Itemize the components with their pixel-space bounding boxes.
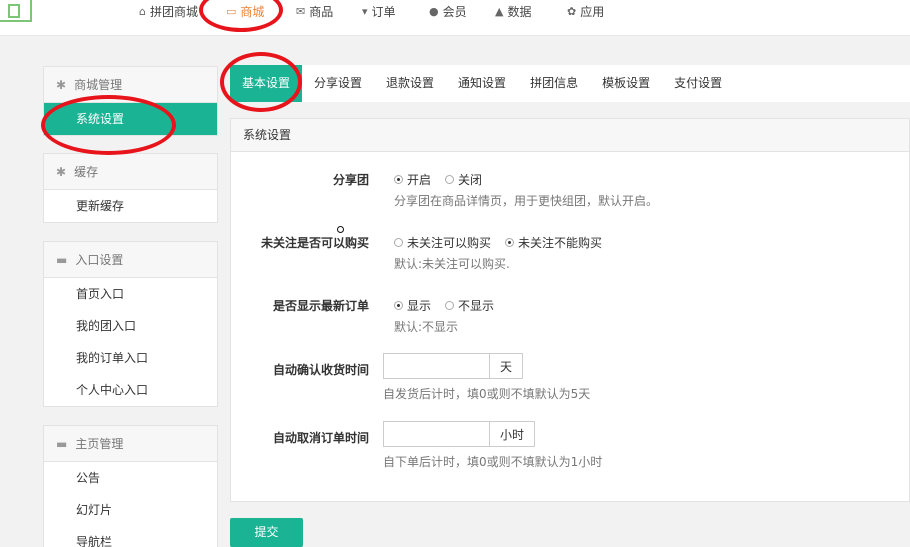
auto-cancel-label: 自动取消订单时间 xyxy=(272,431,369,445)
gear-icon: ✱ xyxy=(56,77,67,92)
show-orders-options: 显示 不显示 xyxy=(394,297,504,314)
show-orders-label: 是否显示最新订单 xyxy=(272,299,369,313)
follow-buy-cannot-radio[interactable] xyxy=(505,238,515,247)
nav-goods[interactable]: ✉ 商品 xyxy=(296,0,333,22)
sidebar-group-homepage: ▬ 主页管理 公告 幻灯片 导航栏 xyxy=(43,425,218,547)
mouse-cursor-icon xyxy=(337,226,344,233)
sidebar-item-update-cache[interactable]: 更新缓存 xyxy=(44,190,217,222)
sidebar-item-my-orders-entry[interactable]: 我的订单入口 xyxy=(44,342,217,374)
nav-home-label: 拼团商城 xyxy=(149,4,198,19)
submit-button[interactable]: 提交 xyxy=(230,518,303,547)
sidebar-item-announcement[interactable]: 公告 xyxy=(44,462,217,494)
chart-icon: ▲ xyxy=(495,4,504,18)
tab-notify[interactable]: 通知设置 xyxy=(446,65,518,102)
sidebar-group-entry: ▬ 入口设置 首页入口 我的团入口 我的订单入口 个人中心入口 xyxy=(43,241,218,407)
sidebar-item-slideshow[interactable]: 幻灯片 xyxy=(44,494,217,526)
sidebar-group-title: 入口设置 xyxy=(75,252,124,267)
auto-cancel-unit: 小时 xyxy=(489,421,536,447)
follow-buy-label: 未关注是否可以购买 xyxy=(260,236,369,250)
show-orders-yes-label: 显示 xyxy=(407,299,432,313)
auto-confirm-unit: 天 xyxy=(489,353,524,379)
follow-buy-options: 未关注可以购买 未关注不能购买 xyxy=(394,234,612,251)
nav-data-label: 数据 xyxy=(507,4,532,19)
tab-template[interactable]: 模板设置 xyxy=(590,65,662,102)
follow-buy-help: 默认:未关注可以购买. xyxy=(394,257,510,271)
share-group-options: 开启 关闭 xyxy=(394,171,492,188)
tab-share[interactable]: 分享设置 xyxy=(302,65,374,102)
follow-buy-cannot-label: 未关注不能购买 xyxy=(518,236,603,250)
nav-apps-label: 应用 xyxy=(580,4,605,19)
nav-home[interactable]: ⌂ 拼团商城 xyxy=(139,0,198,22)
auto-confirm-input-group: 天 xyxy=(383,353,524,379)
top-navbar: ⌂ 拼团商城 ▭ 商城 ✉ 商品 ▾ 订单 ● 会员 ▲ 数据 ✿ 应用 xyxy=(0,0,910,36)
nav-apps[interactable]: ✿ 应用 xyxy=(567,0,604,22)
show-orders-no-label: 不显示 xyxy=(458,299,495,313)
sidebar-item-home-entry[interactable]: 首页入口 xyxy=(44,278,217,310)
nav-goods-label: 商品 xyxy=(309,4,334,19)
sidebar-group-header: ✱ 缓存 xyxy=(44,154,217,190)
follow-buy-can-radio[interactable] xyxy=(394,238,403,247)
show-orders-yes-radio[interactable] xyxy=(394,301,403,310)
settings-tabs: 基本设置 分享设置 退款设置 通知设置 拼团信息 模板设置 支付设置 xyxy=(230,65,910,102)
tab-payment[interactable]: 支付设置 xyxy=(662,65,734,102)
share-group-off-radio[interactable] xyxy=(445,175,455,184)
gear-icon: ✱ xyxy=(56,164,67,179)
annotation-circle-basic-tab xyxy=(220,52,302,112)
inbox-icon: ▬ xyxy=(56,436,68,451)
sidebar-group-title: 主页管理 xyxy=(75,436,124,451)
nav-orders-label: 订单 xyxy=(371,4,396,19)
share-group-help: 分享团在商品详情页，用于更快组团，默认开启。 xyxy=(394,194,659,208)
home-icon: ⌂ xyxy=(139,4,146,18)
sidebar-group-cache: ✱ 缓存 更新缓存 xyxy=(43,153,218,223)
share-group-on-radio[interactable] xyxy=(394,175,403,184)
cart-icon: ▾ xyxy=(362,4,368,18)
nav-data[interactable]: ▲ 数据 xyxy=(495,0,531,22)
settings-card: 系统设置 分享团 开启 关闭 分享团在商品详情页，用于更快组团，默认开启。 未关… xyxy=(230,118,910,502)
annotation-circle-system-settings xyxy=(41,95,176,155)
nav-members[interactable]: ● 会员 xyxy=(429,0,467,22)
gift-icon: ✉ xyxy=(296,4,306,18)
tab-refund[interactable]: 退款设置 xyxy=(374,65,446,102)
user-icon: ● xyxy=(429,4,439,18)
share-group-label: 分享团 xyxy=(332,173,369,187)
tab-group-info[interactable]: 拼团信息 xyxy=(518,65,590,102)
card-title: 系统设置 xyxy=(231,119,909,152)
inbox-icon: ▬ xyxy=(56,252,68,267)
sidebar-group-header: ▬ 入口设置 xyxy=(44,242,217,278)
auto-cancel-input[interactable] xyxy=(383,421,489,447)
auto-confirm-help: 自发货后计时，填0或则不填默认为5天 xyxy=(383,387,591,401)
nav-members-label: 会员 xyxy=(442,4,467,19)
auto-confirm-label: 自动确认收货时间 xyxy=(272,363,369,377)
share-group-on-label: 开启 xyxy=(407,173,432,187)
sidebar-item-navbar[interactable]: 导航栏 xyxy=(44,526,217,547)
show-orders-no-radio[interactable] xyxy=(445,301,455,310)
cogs-icon: ✿ xyxy=(567,4,577,18)
sidebar-item-my-group-entry[interactable]: 我的团入口 xyxy=(44,310,217,342)
sidebar-group-header: ▬ 主页管理 xyxy=(44,426,217,462)
auto-cancel-help: 自下单后计时，填0或则不填默认为1小时 xyxy=(383,455,603,469)
auto-cancel-input-group: 小时 xyxy=(383,421,536,447)
sidebar-item-profile-entry[interactable]: 个人中心入口 xyxy=(44,374,217,406)
sidebar-group-title: 缓存 xyxy=(74,164,99,179)
auto-confirm-input[interactable] xyxy=(383,353,489,379)
share-group-off-label: 关闭 xyxy=(458,173,483,187)
app-logo[interactable] xyxy=(0,0,32,22)
show-orders-help: 默认:不显示 xyxy=(394,320,459,334)
follow-buy-can-label: 未关注可以购买 xyxy=(407,236,492,250)
nav-orders[interactable]: ▾ 订单 xyxy=(362,0,396,22)
